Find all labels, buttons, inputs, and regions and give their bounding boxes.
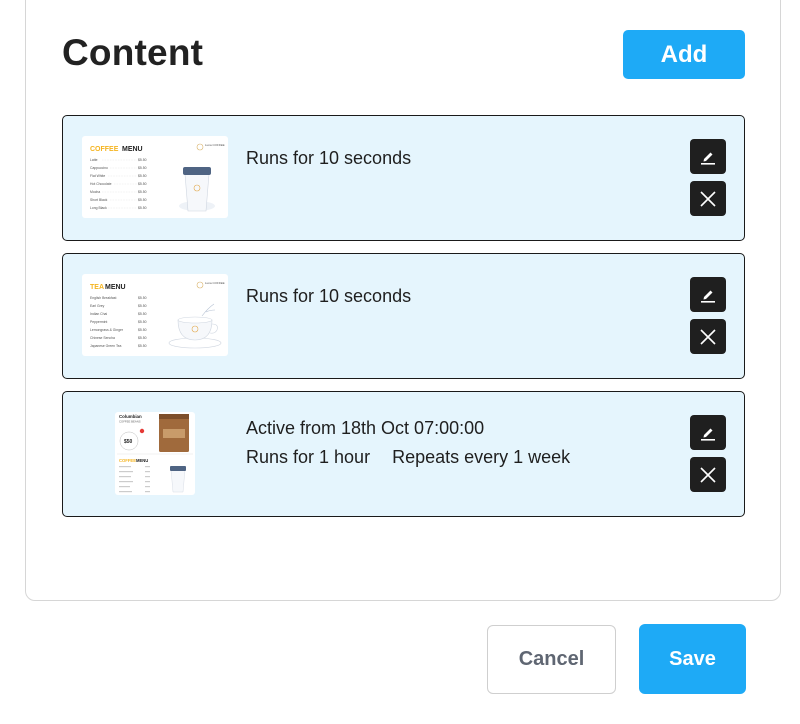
svg-text:Japanese Green Tea: Japanese Green Tea xyxy=(90,344,122,348)
delete-button[interactable] xyxy=(690,319,726,354)
content-item-coffee-menu: COFFEE MENU Luna COFFEE Latte $5.50 Cappu… xyxy=(62,115,745,241)
item-schedule-text: Runs for 10 seconds xyxy=(246,148,412,168)
svg-text:Mocha: Mocha xyxy=(90,190,100,194)
svg-text:Hot Chocolate: Hot Chocolate xyxy=(90,182,112,186)
content-item-coffee-beans: Columbian COFFEE BEANS $50 COFFEE MENU A… xyxy=(62,391,745,517)
item-schedule-text: Runs for 10 seconds xyxy=(246,286,412,306)
svg-text:$5.50: $5.50 xyxy=(138,336,147,340)
svg-text:$5.50: $5.50 xyxy=(138,166,147,170)
svg-text:$5.50: $5.50 xyxy=(138,206,147,210)
svg-text:Latte: Latte xyxy=(90,158,98,162)
thumb-title: Columbian xyxy=(119,414,142,419)
svg-text:$5.50: $5.50 xyxy=(138,328,147,332)
thumb-heading: MENU xyxy=(105,284,126,291)
edit-button[interactable] xyxy=(690,139,726,174)
svg-text:Lemongrass & Ginger: Lemongrass & Ginger xyxy=(90,328,124,332)
svg-text:Chinese Sencha: Chinese Sencha xyxy=(90,336,115,340)
item-repeat-text: Repeats every 1 week xyxy=(392,447,571,467)
svg-text:$5.50: $5.50 xyxy=(138,190,147,194)
coffee-beans-thumbnail: Columbian COFFEE BEANS $50 COFFEE MENU xyxy=(115,412,195,495)
save-button[interactable]: Save xyxy=(639,624,746,694)
svg-text:$5.50: $5.50 xyxy=(138,182,147,186)
thumb-logo: Luna COFFEE xyxy=(205,143,225,147)
svg-text:Indian Chai: Indian Chai xyxy=(90,312,107,316)
svg-text:$5.50: $5.50 xyxy=(138,174,147,178)
tea-menu-thumbnail: TEA MENU Luna COFFEE English Breakfast $5… xyxy=(82,274,228,356)
add-button[interactable]: Add xyxy=(623,30,745,79)
svg-text:English Breakfast: English Breakfast xyxy=(90,296,116,300)
thumb-heading: MENU xyxy=(136,458,148,463)
delete-button[interactable] xyxy=(690,457,726,492)
svg-text:Short Black: Short Black xyxy=(90,198,108,202)
pencil-icon xyxy=(701,290,715,303)
svg-text:Flat White: Flat White xyxy=(90,174,105,178)
thumb-heading-accent: TEA xyxy=(90,284,104,291)
svg-text:$5.50: $5.50 xyxy=(138,344,147,348)
item-duration-text: Runs for 1 hour xyxy=(246,447,371,467)
page-title: Content xyxy=(62,32,204,73)
content-item-tea-menu: TEA MENU Luna COFFEE English Breakfast $5… xyxy=(62,253,745,379)
svg-text:Peppermint: Peppermint xyxy=(90,320,107,324)
delete-button[interactable] xyxy=(690,181,726,216)
pencil-icon xyxy=(701,152,715,165)
thumb-heading-accent: COFFEE xyxy=(119,458,136,463)
close-icon xyxy=(700,328,716,345)
svg-text:$5.50: $5.50 xyxy=(138,296,147,300)
close-icon xyxy=(700,190,716,207)
svg-text:$5.50: $5.50 xyxy=(138,158,147,162)
item-active-from-text: Active from 18th Oct 07:00:00 xyxy=(246,418,485,438)
svg-text:$5.50: $5.50 xyxy=(138,320,147,324)
thumb-heading-accent: COFFEE xyxy=(90,146,119,153)
thumb-logo: Luna COFFEE xyxy=(205,281,225,285)
edit-button[interactable] xyxy=(690,277,726,312)
thumb-heading: MENU xyxy=(122,146,143,153)
svg-text:$5.50: $5.50 xyxy=(138,312,147,316)
svg-text:$5.50: $5.50 xyxy=(138,198,147,202)
close-icon xyxy=(700,466,716,483)
svg-text:Long Black: Long Black xyxy=(90,206,107,210)
item-schedule-line: Runs for 1 hour Repeats every 1 week xyxy=(246,447,570,468)
coffee-menu-thumbnail: COFFEE MENU Luna COFFEE Latte $5.50 Cappu… xyxy=(82,136,228,218)
thumb-subtitle: COFFEE BEANS xyxy=(119,420,141,424)
thumb-price-badge: $50 xyxy=(124,439,133,445)
svg-text:$5.50: $5.50 xyxy=(138,304,147,308)
svg-text:Earl Grey: Earl Grey xyxy=(90,304,105,308)
svg-text:Cappuccino: Cappuccino xyxy=(90,166,108,170)
edit-button[interactable] xyxy=(690,415,726,450)
cancel-button[interactable]: Cancel xyxy=(487,625,616,694)
pencil-icon xyxy=(701,428,715,441)
